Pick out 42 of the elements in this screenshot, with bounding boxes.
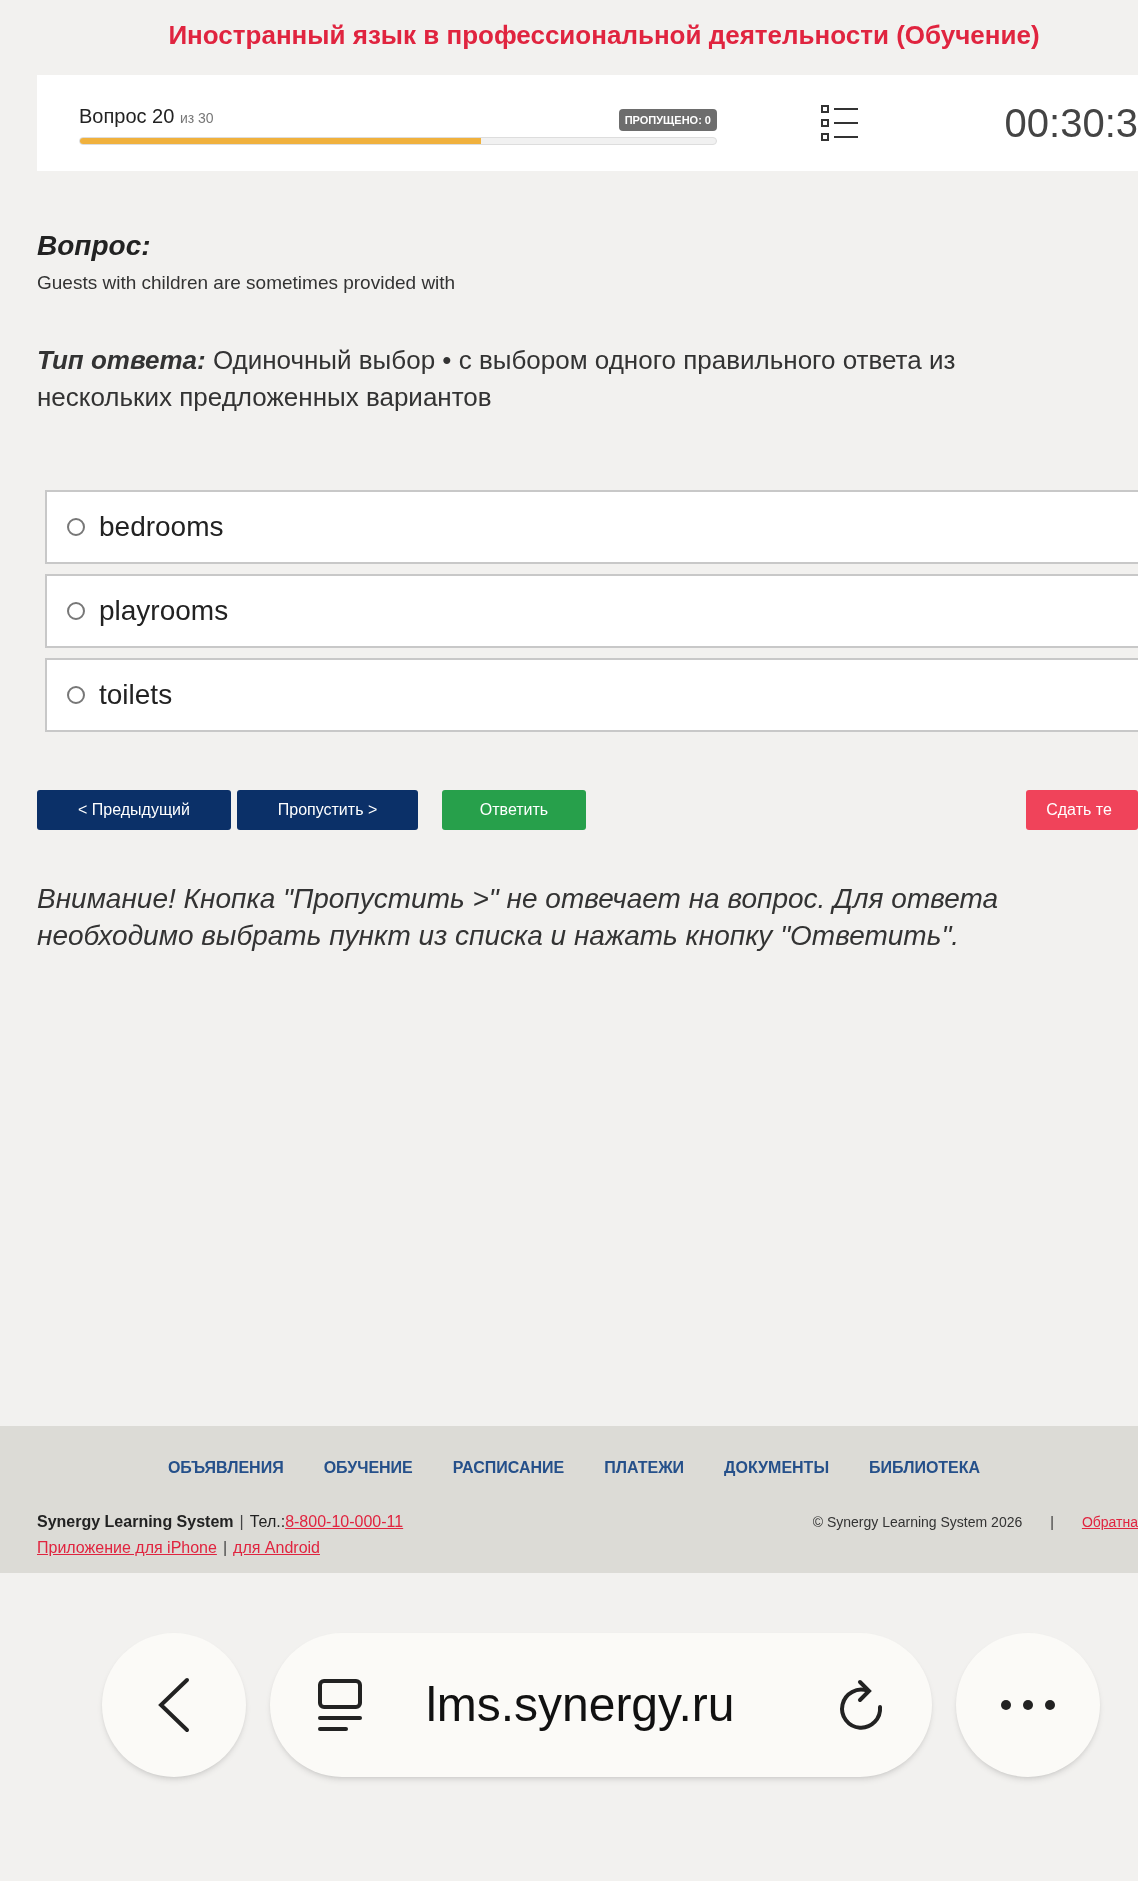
more-icon xyxy=(1000,1698,1056,1711)
tab-overview-icon[interactable] xyxy=(316,1677,364,1732)
copyright: © Synergy Learning System 2026 xyxy=(812,1512,1023,1532)
phone-label: Тел.: xyxy=(249,1511,286,1532)
radio-button[interactable] xyxy=(67,517,85,536)
skipped-badge: ПРОПУЩЕНО: 0 xyxy=(618,108,717,131)
nav-button[interactable]: Пропустить > xyxy=(237,789,418,830)
answer-option[interactable]: toilets xyxy=(45,657,1138,732)
option-label: toilets xyxy=(99,677,173,712)
brand-name: Synergy Learning System xyxy=(37,1511,234,1532)
list-icon[interactable] xyxy=(821,105,859,141)
submit-button[interactable]: Сдать те xyxy=(1026,789,1138,830)
answer-option[interactable]: bedrooms xyxy=(45,489,1138,564)
address-bar[interactable]: lms.synergy.ru xyxy=(270,1632,932,1777)
radio-button[interactable] xyxy=(67,601,85,620)
separator: | xyxy=(222,1537,228,1558)
android-app-link[interactable]: для Android xyxy=(233,1535,320,1560)
iphone-app-link[interactable]: Приложение для iPhone xyxy=(37,1535,217,1560)
question-heading: Вопрос: xyxy=(37,229,152,263)
answer-option[interactable]: playrooms xyxy=(45,573,1138,648)
answer-type: Тип ответа: Одиночный выбор • с выбором одного правильного ответа из нескольких предложенных вариантов xyxy=(37,343,957,414)
phone-link[interactable]: 8-800-10-000-11 xyxy=(285,1509,404,1534)
footer-nav-link[interactable]: ПЛАТЕЖИ xyxy=(604,1455,685,1480)
nav-button[interactable]: < Предыдущий xyxy=(37,789,231,830)
separator: | xyxy=(1050,1512,1054,1532)
course-title: Иностранный язык в профессиональной деятельности (Обучение) xyxy=(168,19,1040,52)
footer-nav-link[interactable]: ОБЪЯВЛЕНИЯ xyxy=(167,1455,284,1480)
option-label: playrooms xyxy=(99,593,229,628)
footer-nav-link[interactable]: ДОКУМЕНТЫ xyxy=(724,1455,830,1480)
answer-button[interactable]: Ответить xyxy=(442,789,586,830)
separator: | xyxy=(239,1511,244,1532)
question-counter: Вопрос 20 из 30 xyxy=(79,104,214,129)
footer-nav-link[interactable]: РАСПИСАНИЕ xyxy=(452,1455,565,1480)
question-text: Guests with children are sometimes provided with xyxy=(37,271,457,295)
footer-nav-link[interactable]: БИБЛИОТЕКА xyxy=(869,1455,981,1480)
url-text: lms.synergy.ru xyxy=(426,1676,735,1733)
warning-text: Внимание! Кнопка "Пропустить >" не отвечает на вопрос. Для ответа необходимо выбрать пункт из списка и нажать кнопку "Ответить". xyxy=(36,881,1000,953)
timer: 00:30:3 xyxy=(1004,100,1138,147)
feedback-link[interactable]: Обратна xyxy=(1081,1511,1138,1533)
option-label: bedrooms xyxy=(99,509,224,544)
radio-button[interactable] xyxy=(67,685,85,704)
footer-nav-link[interactable]: ОБУЧЕНИЕ xyxy=(323,1455,413,1480)
